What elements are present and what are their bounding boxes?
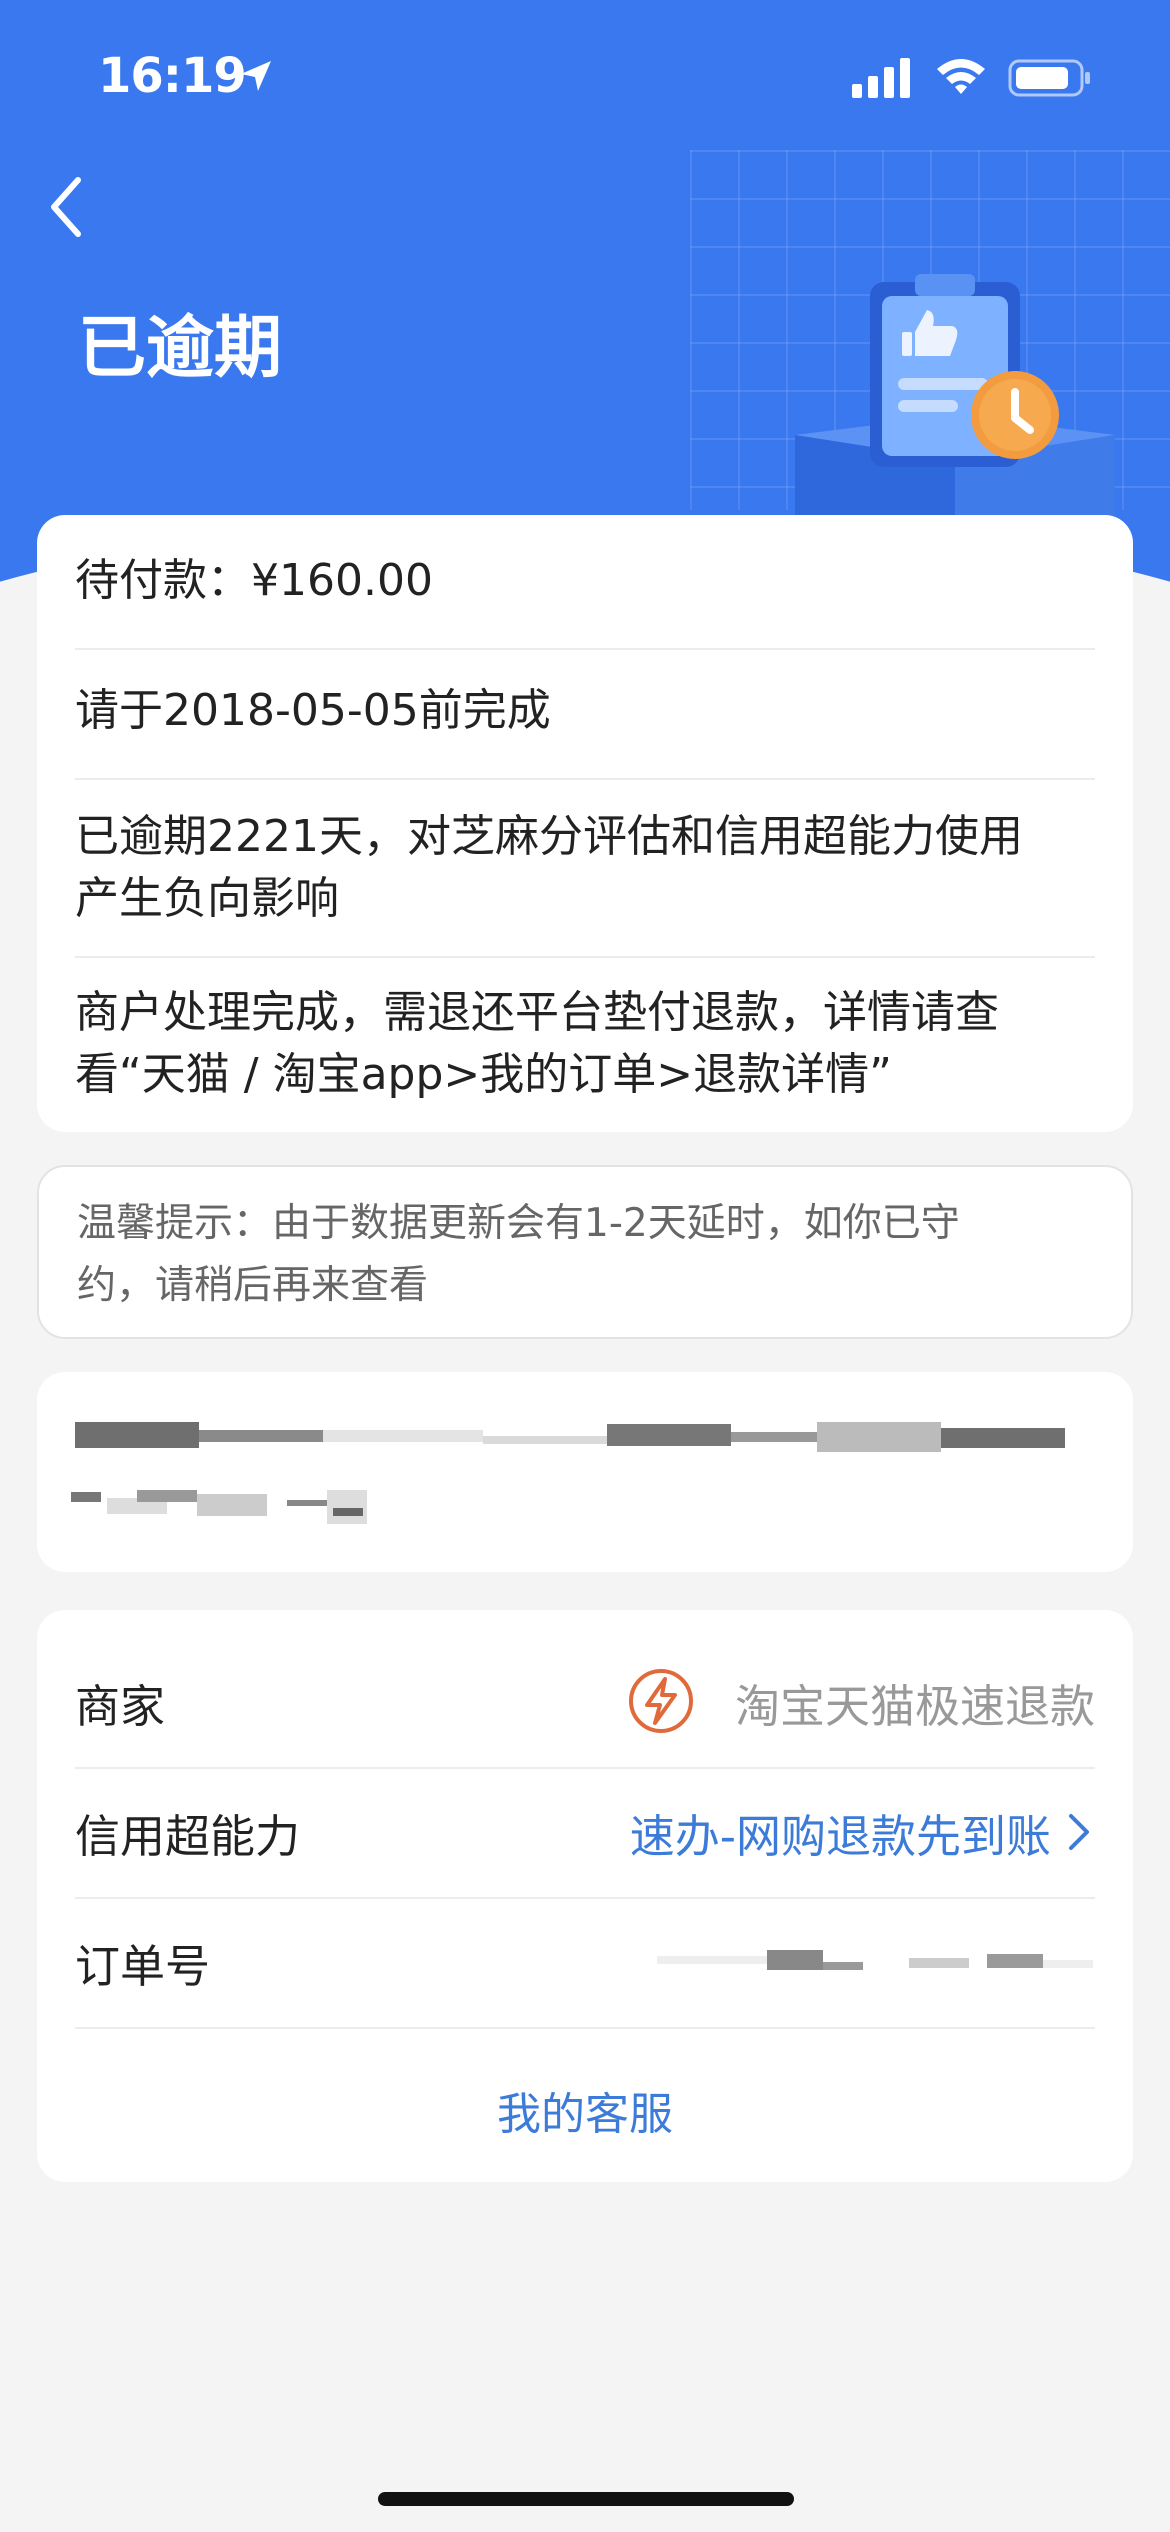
redacted-block — [1043, 1960, 1093, 1968]
amount-due: 待付款：¥160.00 — [75, 555, 433, 606]
lightning-bolt-icon — [629, 1669, 693, 1733]
customer-service-link[interactable]: 我的客服 — [0, 2078, 1170, 2142]
divider — [75, 1897, 1095, 1899]
redacted-block — [909, 1958, 969, 1968]
merchant-label: 商家 — [75, 1680, 166, 1733]
refund-line-2: 看“天猫 / 淘宝app>我的订单>退款详情” — [75, 1049, 892, 1100]
divider — [75, 956, 1095, 958]
redacted-block — [75, 1422, 199, 1448]
overdue-line-1: 已逾期2221天，对芝麻分评估和信用超能力使用 — [75, 811, 1023, 862]
battery-icon — [1008, 59, 1090, 97]
tip-card: 温馨提示：由于数据更新会有1-2天延时，如你已守 约，请稍后再来查看 — [37, 1165, 1133, 1339]
status-bar: 16:19 — [0, 0, 1170, 150]
tip-line-2: 约，请稍后再来查看 — [77, 1263, 429, 1308]
credit-value-link[interactable]: 速办-网购退款先到账 — [630, 1800, 1051, 1865]
redacted-block — [287, 1500, 327, 1506]
back-chevron-icon[interactable] — [44, 172, 92, 242]
credit-label: 信用超能力 — [75, 1810, 301, 1863]
redacted-block — [137, 1490, 197, 1502]
divider — [75, 648, 1095, 650]
redacted-block — [327, 1490, 367, 1524]
location-arrow-icon — [241, 61, 271, 91]
redacted-block — [767, 1950, 823, 1970]
header-banner: 16:19 已逾期 — [0, 0, 1170, 590]
redacted-block — [817, 1422, 941, 1452]
summary-card: 待付款：¥160.00 请于2018-05-05前完成 已逾期2221天，对芝麻… — [37, 515, 1133, 1132]
order-number-label: 订单号 — [75, 1940, 211, 1993]
redacted-block — [323, 1430, 483, 1442]
home-indicator — [378, 2492, 794, 2506]
redacted-block — [657, 1956, 777, 1964]
status-time: 16:19 — [98, 48, 247, 104]
redacted-block — [199, 1430, 323, 1442]
cellular-signal-icon — [852, 58, 910, 98]
refund-line-1: 商户处理完成，需退还平台垫付退款，详情请查 — [75, 987, 999, 1038]
redacted-block — [987, 1954, 1043, 1968]
tip-text: 温馨提示：由于数据更新会有1-2天延时，如你已守 约，请稍后再来查看 — [77, 1193, 1071, 1317]
redacted-block — [941, 1428, 1065, 1448]
divider — [75, 2027, 1095, 2029]
redacted-info-card — [37, 1372, 1133, 1572]
deadline-text: 请于2018-05-05前完成 — [75, 685, 551, 736]
redacted-block — [823, 1962, 863, 1970]
divider — [75, 1767, 1095, 1769]
redacted-block — [197, 1494, 267, 1516]
wifi-icon — [937, 59, 985, 94]
tip-line-1: 温馨提示：由于数据更新会有1-2天延时，如你已守 — [77, 1201, 960, 1246]
overdue-line-2: 产生负向影响 — [75, 873, 339, 924]
chevron-right-icon[interactable] — [1067, 1810, 1091, 1854]
divider — [75, 778, 1095, 780]
redacted-block — [607, 1424, 731, 1446]
merchant-value: 淘宝天猫极速退款 — [734, 1680, 1095, 1733]
redacted-block — [333, 1508, 363, 1516]
clipboard-clock-illustration — [795, 274, 1115, 520]
redacted-block — [71, 1492, 101, 1502]
page-title: 已逾期 — [78, 309, 283, 388]
redacted-block — [483, 1436, 607, 1444]
